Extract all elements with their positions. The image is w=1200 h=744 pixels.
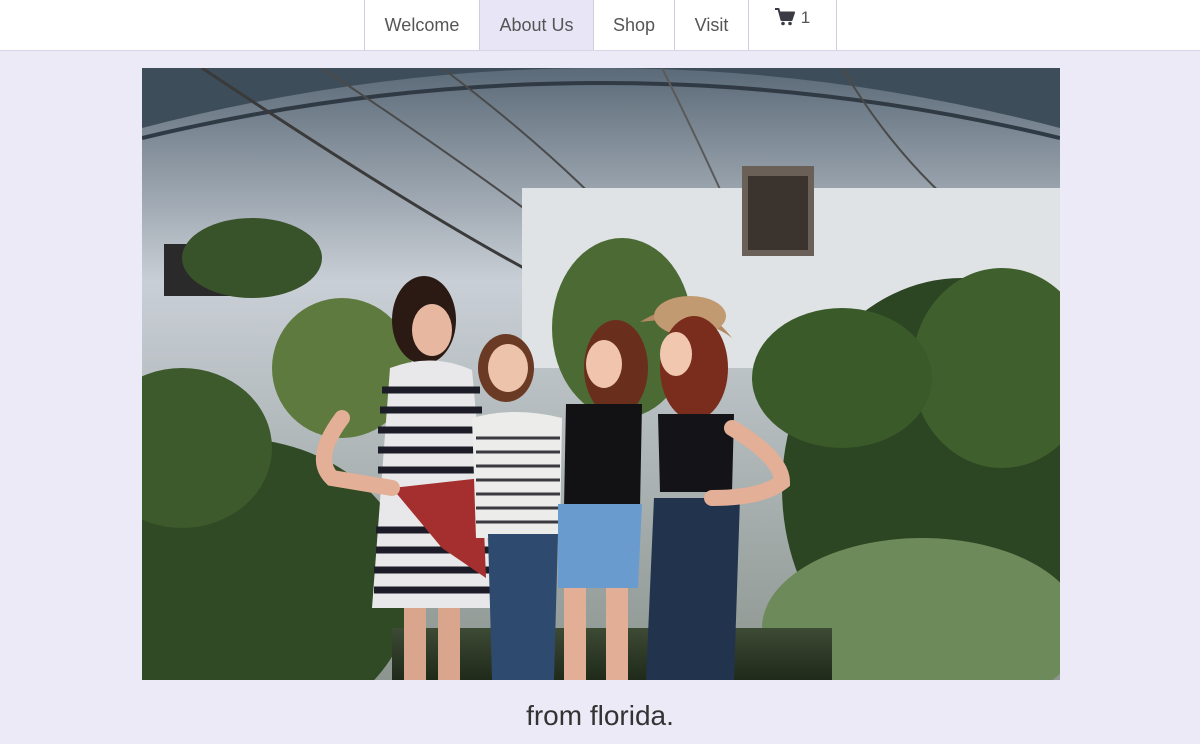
nav-item-welcome[interactable]: Welcome bbox=[365, 0, 480, 50]
nav-item-visit[interactable]: Visit bbox=[675, 0, 749, 50]
photo-caption: from florida. bbox=[526, 700, 674, 731]
nav-item-about-us-label: About Us bbox=[499, 14, 574, 35]
top-navbar: Welcome About Us Shop Visit 1 bbox=[0, 0, 1200, 51]
nav-item-shop-label: Shop bbox=[612, 14, 656, 35]
hero-photo bbox=[142, 68, 1060, 680]
nav-item-about-us[interactable]: About Us bbox=[480, 0, 594, 50]
nav-item-visit-label: Visit bbox=[694, 14, 729, 35]
nav-item-shop[interactable]: Shop bbox=[594, 0, 675, 50]
cart-button[interactable]: 1 bbox=[749, 0, 837, 50]
cart-icon bbox=[774, 8, 795, 26]
greenhouse-photo-illustration bbox=[142, 68, 1060, 680]
cart-count: 1 bbox=[800, 8, 811, 27]
main-nav: Welcome About Us Shop Visit 1 bbox=[364, 0, 837, 51]
nav-item-welcome-label: Welcome bbox=[384, 14, 460, 35]
